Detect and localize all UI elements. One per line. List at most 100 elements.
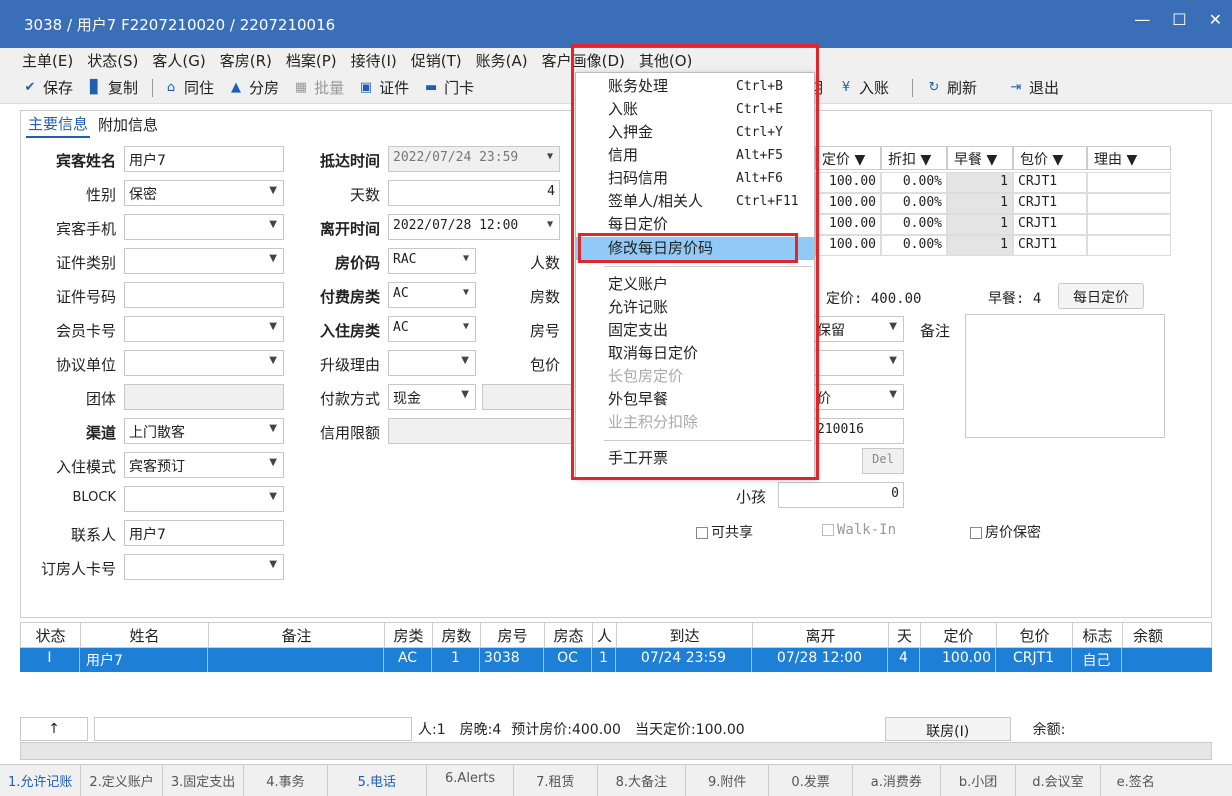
menu-main[interactable]: 主单(E): [22, 50, 73, 71]
col-roomno[interactable]: 房号: [481, 623, 545, 647]
delete-button[interactable]: Del: [862, 448, 904, 474]
col-persons[interactable]: 人: [593, 623, 617, 647]
table-row[interactable]: I 用户7 AC 1 3038 OC 1 07/24 23:59 07/28 1…: [20, 648, 1212, 672]
menu-guest[interactable]: 客人(G): [152, 50, 205, 71]
rate-row[interactable]: 100.00 0.00% 1 CRJT1: [815, 172, 1171, 193]
menu-promotion[interactable]: 促销(T): [411, 50, 462, 71]
tab-main-info[interactable]: 主要信息: [26, 111, 91, 138]
exit-button[interactable]: ⇥ 退出: [1008, 77, 1059, 98]
payment-select[interactable]: 现金 ▼: [388, 384, 476, 410]
rate-row[interactable]: 100.00 0.00% 1 CRJT1: [815, 235, 1171, 256]
idno-input[interactable]: [124, 282, 284, 308]
col-price[interactable]: 定价 ▼: [815, 146, 881, 170]
cohabit-button[interactable]: ⌂ 同住: [163, 77, 214, 98]
tab-define-account[interactable]: 2.定义账户: [81, 765, 163, 796]
agreement-select[interactable]: ▼: [124, 350, 284, 376]
certificate-button[interactable]: ▣ 证件: [358, 77, 409, 98]
arrive-input[interactable]: 2022/07/24 23:59 ▼: [388, 146, 560, 172]
tab-allow-charge[interactable]: 1.允许记账: [0, 765, 82, 796]
col-discount[interactable]: 折扣 ▼: [881, 146, 947, 170]
tab-meeting-room[interactable]: d.会议室: [1016, 765, 1101, 796]
payment-detail-input: [482, 384, 572, 410]
tab-attachment[interactable]: 9.附件: [686, 765, 770, 796]
price-select[interactable]: 价 ▼: [812, 384, 904, 410]
col-roomtype[interactable]: 房类: [385, 623, 433, 647]
upgrade-select[interactable]: ▼: [388, 350, 476, 376]
ratecode-select[interactable]: RAC ▼: [388, 248, 476, 274]
post-entry-button[interactable]: ¥ 入账: [838, 77, 889, 98]
tab-lease[interactable]: 7.租赁: [514, 765, 598, 796]
paytype-select[interactable]: AC ▼: [388, 282, 476, 308]
col-roomcount[interactable]: 房数: [433, 623, 481, 647]
leave-input[interactable]: 2022/07/28 12:00 ▼: [388, 214, 560, 240]
col-reason[interactable]: 理由 ▼: [1087, 146, 1171, 170]
remark-textarea[interactable]: [965, 314, 1165, 438]
close-button[interactable]: ✕: [1209, 10, 1222, 29]
batch-button[interactable]: ▦ 批量: [293, 77, 344, 98]
split-room-button[interactable]: ▲ 分房: [228, 77, 279, 98]
right-select-2[interactable]: ▼: [812, 350, 904, 376]
menu-reception[interactable]: 接待(I): [351, 50, 397, 71]
refresh-button[interactable]: ↻ 刷新: [926, 77, 977, 98]
channel-select[interactable]: 上门散客 ▼: [124, 418, 284, 444]
col-flag[interactable]: 标志: [1073, 623, 1123, 647]
door-card-button[interactable]: ▬ 门卡: [423, 77, 474, 98]
horizontal-scrollbar[interactable]: [20, 742, 1212, 760]
phone-select[interactable]: ▼: [124, 214, 284, 240]
tab-affairs[interactable]: 4.事务: [244, 765, 328, 796]
col-arrive[interactable]: 到达: [617, 623, 753, 647]
days-input[interactable]: 4: [388, 180, 560, 206]
col-package[interactable]: 包价: [997, 623, 1073, 647]
gender-select[interactable]: 保密 ▼: [124, 180, 284, 206]
menu-status[interactable]: 状态(S): [87, 50, 138, 71]
guest-name-input[interactable]: 用户7: [124, 146, 284, 172]
tab-phone[interactable]: 5.电话: [328, 765, 428, 796]
cell-persons: 1: [592, 648, 616, 672]
col-balance[interactable]: 余额: [1123, 623, 1173, 647]
up-button[interactable]: ↑: [20, 717, 88, 741]
tab-big-remark[interactable]: 8.大备注: [598, 765, 686, 796]
rate-row[interactable]: 100.00 0.00% 1 CRJT1: [815, 214, 1171, 235]
col-roomstate[interactable]: 房态: [545, 623, 593, 647]
shareable-checkbox[interactable]: 可共享: [696, 522, 753, 542]
save-button[interactable]: ✔ 保存: [22, 77, 73, 98]
copy-button[interactable]: ▊ 复制: [87, 77, 138, 98]
walkin-checkbox[interactable]: Walk-In: [822, 522, 896, 538]
maximize-button[interactable]: ☐: [1172, 10, 1186, 29]
rate-row[interactable]: 100.00 0.00% 1 CRJT1: [815, 193, 1171, 214]
col-price[interactable]: 定价: [921, 623, 997, 647]
tab-coupon[interactable]: a.消费券: [853, 765, 941, 796]
ref-number-input[interactable]: 210016: [812, 418, 904, 444]
col-leave[interactable]: 离开: [753, 623, 889, 647]
menu-archive[interactable]: 档案(P): [286, 50, 337, 71]
menu-room[interactable]: 客房(R): [220, 50, 272, 71]
roomtype-select[interactable]: AC ▼: [388, 316, 476, 342]
col-status[interactable]: 状态: [21, 623, 81, 647]
minimize-button[interactable]: —: [1134, 10, 1150, 29]
search-input[interactable]: [94, 717, 412, 741]
tab-extra-info[interactable]: 附加信息: [96, 112, 160, 137]
child-input[interactable]: 0: [778, 482, 904, 508]
daily-price-button[interactable]: 每日定价: [1058, 283, 1144, 309]
col-breakfast[interactable]: 早餐 ▼: [947, 146, 1013, 170]
booker-select[interactable]: ▼: [124, 554, 284, 580]
menu-accounts[interactable]: 账务(A): [476, 50, 528, 71]
col-name[interactable]: 姓名: [81, 623, 209, 647]
tab-fixed-expense[interactable]: 3.固定支出: [163, 765, 245, 796]
col-package[interactable]: 包价 ▼: [1013, 146, 1087, 170]
col-days[interactable]: 天: [889, 623, 921, 647]
tab-small-group[interactable]: b.小团: [941, 765, 1017, 796]
tab-signature[interactable]: e.签名: [1101, 765, 1171, 796]
idtype-select[interactable]: ▼: [124, 248, 284, 274]
tab-alerts[interactable]: 6.Alerts: [427, 765, 515, 796]
block-select[interactable]: ▼: [124, 486, 284, 512]
house-icon: ⌂: [166, 80, 176, 95]
member-select[interactable]: ▼: [124, 316, 284, 342]
keep-select[interactable]: 保留 ▼: [812, 316, 904, 342]
rate-secret-checkbox[interactable]: 房价保密: [970, 522, 1041, 542]
tab-invoice[interactable]: 0.发票: [769, 765, 853, 796]
mode-select[interactable]: 宾客预订 ▼: [124, 452, 284, 478]
contact-input[interactable]: 用户7: [124, 520, 284, 546]
col-remark[interactable]: 备注: [209, 623, 385, 647]
link-room-button[interactable]: 联房(I): [884, 717, 1011, 741]
